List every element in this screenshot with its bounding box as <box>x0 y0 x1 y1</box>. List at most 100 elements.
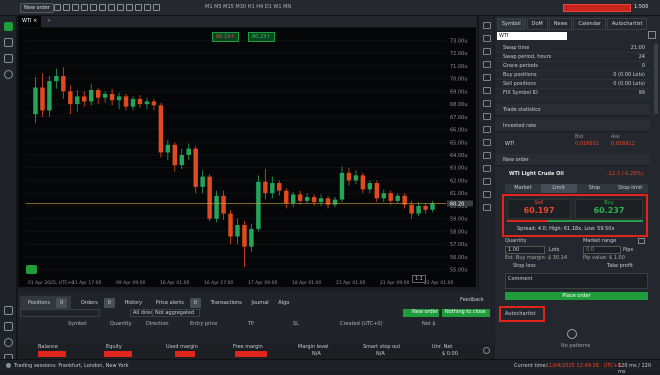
zoom-value[interactable]: 1:500 <box>634 4 648 10</box>
layers-icon[interactable] <box>4 54 13 63</box>
info-row: Grace periods 0 <box>495 62 650 71</box>
pointer-icon[interactable] <box>483 22 491 29</box>
indicators-icon[interactable] <box>81 4 88 11</box>
cursor-icon[interactable] <box>54 4 61 11</box>
col-created[interactable]: Created (UTC+0) <box>340 321 383 327</box>
chart-type-icon[interactable] <box>72 4 79 11</box>
order-type-market[interactable]: Market <box>505 184 541 193</box>
chart-zoom-badge[interactable]: 1:1 <box>412 275 427 283</box>
aggregation-select[interactable]: Not aggregated <box>152 309 200 317</box>
user-icon[interactable] <box>4 322 13 331</box>
new-order-button[interactable]: New order <box>20 3 54 13</box>
info-scrollbar[interactable] <box>654 44 658 114</box>
chart-icon[interactable] <box>4 22 13 31</box>
col-quantity[interactable]: Quantity <box>110 321 132 327</box>
fib-icon[interactable] <box>483 87 491 94</box>
ellipse-icon[interactable] <box>483 126 491 133</box>
new-order-header[interactable]: New order <box>495 154 650 166</box>
text-icon[interactable] <box>126 4 133 11</box>
chart-tab[interactable]: WTI × <box>18 16 42 27</box>
info-row: Swap time 21:00 <box>495 44 650 53</box>
tab-history[interactable]: History <box>120 298 146 308</box>
tab-calendar[interactable]: Calendar <box>573 18 606 30</box>
stop-loss-toggle[interactable]: Stop loss <box>513 263 536 269</box>
brush-icon[interactable] <box>483 139 491 146</box>
tab-dom[interactable]: DoM <box>526 18 548 30</box>
panel-menu-icon[interactable] <box>648 31 656 39</box>
candle-body <box>284 190 289 204</box>
tab-transactions[interactable]: Transactions <box>207 298 246 308</box>
magnet-icon[interactable] <box>117 4 124 11</box>
trading-sessions[interactable]: Trading sessions: Frankfurt, London, New… <box>14 363 129 369</box>
invested-rate-header[interactable]: Invested rate <box>495 120 650 132</box>
bottom-new-order-button[interactable]: New order <box>403 309 439 317</box>
rect-icon[interactable] <box>483 113 491 120</box>
trendline-icon[interactable] <box>483 48 491 55</box>
autochartist-header[interactable]: Autochartist <box>505 311 536 317</box>
lock-icon[interactable] <box>483 191 491 198</box>
summary-settings-icon[interactable] <box>483 347 490 354</box>
eye-icon[interactable] <box>153 4 160 11</box>
tab-journal[interactable]: Journal <box>247 298 272 308</box>
y-tick-label: 66.00u <box>450 128 467 134</box>
col-net[interactable]: Net $ <box>422 321 436 327</box>
cart-icon[interactable] <box>4 306 13 315</box>
col-sl[interactable]: SL <box>293 321 299 327</box>
price-chart[interactable]: 73.00u 72.00u 71.00u 70.00u 69.00u 68.00u 67.0… <box>18 28 476 287</box>
market-range-checkbox[interactable] <box>638 238 645 244</box>
layout-icon[interactable] <box>63 4 70 11</box>
trade-statistics-header[interactable]: Trade statistics <box>495 104 650 116</box>
latency: 120 ms / 120 ms <box>618 363 652 375</box>
measure-icon[interactable] <box>483 178 491 185</box>
zoom-in-icon[interactable] <box>135 4 142 11</box>
tab-price-alerts[interactable]: Price alerts 0 <box>148 296 205 310</box>
col-entry-price[interactable]: Entry price <box>190 321 217 327</box>
crosshair-icon[interactable] <box>90 4 97 11</box>
channel-icon[interactable] <box>483 74 491 81</box>
tab-symbol[interactable]: Symbol <box>497 18 526 30</box>
timeframe-list[interactable]: M1 M5 M15 M30 H1 H4 D1 W1 MN <box>205 4 291 10</box>
quick-order-box[interactable] <box>563 4 631 12</box>
chart-canvas[interactable]: 73.00u 72.00u 71.00u 70.00u 69.00u 68.00u 67.0… <box>18 28 476 287</box>
place-order-button[interactable]: Place order <box>505 292 648 300</box>
arrow-icon[interactable] <box>483 165 491 172</box>
order-type-stop-limit[interactable]: Stop-limit <box>612 184 648 193</box>
quantity-input[interactable]: 1.00 <box>505 246 545 254</box>
col-symbol[interactable]: Symbol <box>68 321 87 327</box>
tab-orders[interactable]: Orders 0 <box>73 296 119 310</box>
zoom-out-icon[interactable] <box>144 4 151 11</box>
range-input[interactable]: 0.0 <box>583 246 621 254</box>
rate-bid: 0.016631 <box>575 141 599 147</box>
col-tp[interactable]: TP <box>248 321 254 327</box>
feedback-link[interactable]: Feedback <box>460 297 484 303</box>
chart-sell-price[interactable]: 60.19↑ <box>212 32 239 42</box>
comment-input[interactable]: Comment <box>505 273 648 289</box>
col-direction[interactable]: Direction <box>146 321 169 327</box>
take-profit-toggle[interactable]: Take profit <box>607 263 633 269</box>
order-type-limit[interactable]: Limit <box>540 184 577 193</box>
tab-positions[interactable]: Positions 0 <box>20 296 72 310</box>
margin-level-value: N/A <box>312 351 321 357</box>
hline-icon[interactable] <box>483 61 491 68</box>
tab-algo[interactable]: Algo <box>274 298 293 308</box>
search-icon[interactable] <box>4 70 13 79</box>
sell-button[interactable]: Sell 60.197 <box>507 199 571 219</box>
buy-button[interactable]: Buy 60.237 <box>575 199 643 219</box>
pitchfork-icon[interactable] <box>483 100 491 107</box>
tab-news[interactable]: News <box>548 18 573 30</box>
order-type-stop[interactable]: Stop <box>576 184 613 193</box>
trash-icon[interactable] <box>483 204 491 211</box>
nothing-to-close-button[interactable]: Nothing to close <box>442 309 490 317</box>
symbol-select[interactable]: WTI <box>497 32 567 40</box>
chart-trade-icon[interactable] <box>26 265 37 274</box>
settings-icon[interactable] <box>4 338 13 347</box>
text-tool-icon[interactable] <box>483 152 491 159</box>
template-icon[interactable] <box>99 4 106 11</box>
add-tab-icon[interactable]: + <box>43 16 55 27</box>
crosshair-tool-icon[interactable] <box>483 35 491 42</box>
watchlist-icon[interactable] <box>4 38 13 47</box>
tab-autochartist[interactable]: Autochartist <box>606 18 648 30</box>
chart-buy-price[interactable]: 60.23↑ <box>248 32 275 42</box>
positions-search-input[interactable] <box>20 309 100 317</box>
screenshot-icon[interactable] <box>108 4 115 11</box>
